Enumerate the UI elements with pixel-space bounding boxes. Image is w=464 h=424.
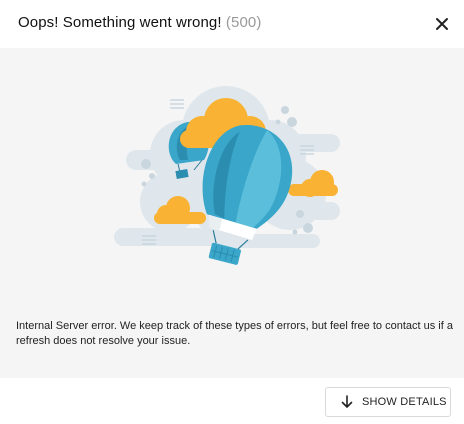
close-button[interactable] bbox=[430, 12, 454, 36]
dialog-header: Oops! Something went wrong! (500) bbox=[0, 0, 464, 49]
hot-air-balloon-illustration bbox=[114, 86, 340, 265]
arrow-down-icon bbox=[341, 395, 353, 408]
show-details-label: SHOW DETAILS bbox=[362, 396, 447, 408]
show-details-button[interactable]: SHOW DETAILS bbox=[325, 387, 451, 417]
error-code: (500) bbox=[225, 14, 262, 31]
error-message: Internal Server error. We keep track of … bbox=[16, 320, 453, 347]
error-title: Oops! Something went wrong! bbox=[18, 14, 222, 31]
dialog-footer: SHOW DETAILS bbox=[0, 378, 464, 424]
dialog-title: Oops! Something went wrong! (500) bbox=[18, 14, 261, 31]
close-icon bbox=[436, 18, 448, 30]
dialog-body: Internal Server error. We keep track of … bbox=[0, 48, 464, 378]
